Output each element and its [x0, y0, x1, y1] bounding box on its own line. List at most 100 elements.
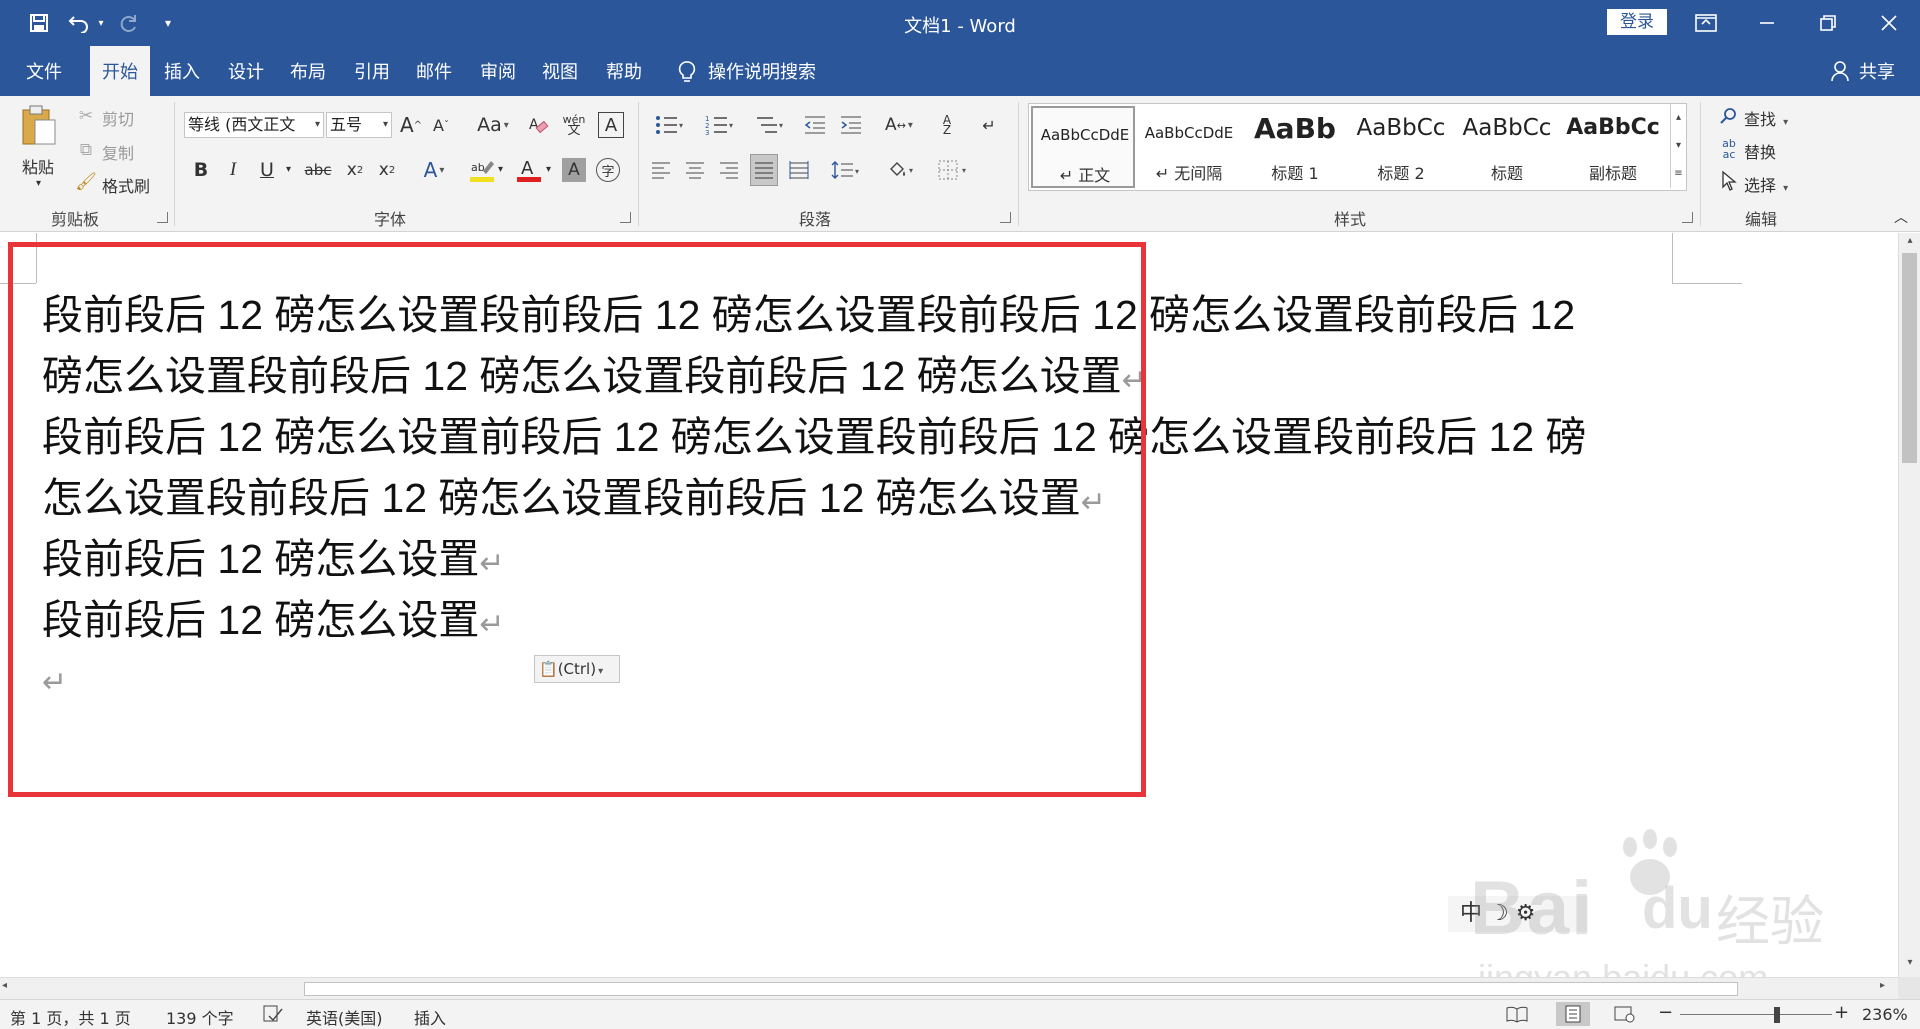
cut-button[interactable]: 剪切: [102, 106, 134, 130]
decrease-indent-icon[interactable]: [802, 112, 828, 138]
format-painter-button[interactable]: 格式刷: [102, 173, 150, 197]
italic-button[interactable]: I: [220, 156, 246, 184]
login-button[interactable]: 登录: [1607, 9, 1667, 35]
replace-button[interactable]: 替换: [1744, 139, 1776, 163]
bold-button[interactable]: B: [188, 156, 214, 184]
font-size-combo[interactable]: 五号 ▾: [326, 112, 392, 138]
numbering-icon[interactable]: 1 2 3 ▾: [698, 112, 742, 138]
scroll-right-icon[interactable]: ▸: [1880, 980, 1896, 996]
multilevel-list-icon[interactable]: ▾: [748, 112, 792, 138]
font-color-icon[interactable]: A: [514, 156, 544, 184]
horizontal-scroll-thumb[interactable]: [304, 982, 1738, 996]
style-item[interactable]: AaBbCc 标题 2: [1349, 106, 1453, 188]
style-item[interactable]: AaBbCcDdE ↵ 无间隔: [1137, 106, 1241, 188]
shrink-font-icon[interactable]: Aˇ: [428, 112, 454, 138]
insert-mode[interactable]: 插入: [414, 1005, 446, 1029]
style-item[interactable]: AaBbCcDdE ↵ 正文: [1031, 106, 1135, 188]
align-left-icon[interactable]: [648, 156, 674, 184]
language-indicator[interactable]: 英语(美国): [306, 1005, 383, 1029]
tab-layout[interactable]: 布局: [278, 46, 338, 96]
select-button[interactable]: 选择 ▾: [1744, 172, 1788, 196]
print-layout-icon[interactable]: [1556, 1002, 1590, 1026]
restore-icon[interactable]: [1798, 0, 1858, 46]
gallery-more-icon[interactable]: ≡: [1670, 160, 1686, 188]
style-item[interactable]: AaBb 标题 1: [1243, 106, 1347, 188]
gallery-scroll-down-icon[interactable]: ▾: [1670, 132, 1686, 160]
paste-options-button[interactable]: 📋(Ctrl) ▾: [534, 655, 620, 683]
highlight-dropdown-icon[interactable]: ▾: [498, 164, 503, 175]
show-formatting-marks-icon[interactable]: ↵: [976, 112, 1002, 138]
zoom-slider-thumb[interactable]: [1774, 1007, 1780, 1023]
vertical-scrollbar[interactable]: ▴ ▾: [1898, 233, 1920, 977]
align-right-icon[interactable]: [716, 156, 742, 184]
page-count[interactable]: 第 1 页，共 1 页: [10, 1005, 131, 1029]
bullets-icon[interactable]: ▾: [648, 112, 692, 138]
close-icon[interactable]: [1859, 0, 1919, 46]
zoom-out-icon[interactable]: −: [1658, 1002, 1673, 1023]
distributed-icon[interactable]: [786, 156, 812, 184]
tell-me-search[interactable]: 操作说明搜索: [708, 46, 828, 96]
tab-review[interactable]: 审阅: [468, 46, 528, 96]
vertical-scroll-thumb[interactable]: [1902, 253, 1917, 463]
tab-help[interactable]: 帮助: [594, 46, 654, 96]
superscript-icon[interactable]: x2: [374, 156, 400, 184]
scroll-up-icon[interactable]: ▴: [1903, 235, 1917, 251]
subscript-icon[interactable]: x2: [342, 156, 368, 184]
minimize-icon[interactable]: [1737, 0, 1797, 46]
grow-font-icon[interactable]: A ^: [398, 112, 424, 138]
collapse-ribbon-icon[interactable]: ︿: [1890, 208, 1912, 226]
sort-icon[interactable]: AZ: [934, 112, 960, 138]
tab-references[interactable]: 引用: [342, 46, 402, 96]
style-item[interactable]: AaBbCc 标题: [1455, 106, 1559, 188]
clear-formatting-icon[interactable]: A: [526, 112, 552, 138]
character-shading-icon[interactable]: A: [562, 158, 586, 182]
underline-dropdown-icon[interactable]: ▾: [286, 164, 291, 175]
ribbon-display-icon[interactable]: [1676, 0, 1736, 46]
share-button[interactable]: 共享: [1852, 46, 1902, 96]
tab-insert[interactable]: 插入: [152, 46, 212, 96]
find-button[interactable]: 查找 ▾: [1744, 106, 1788, 130]
clipboard-launcher-icon[interactable]: [157, 212, 168, 223]
paste-label[interactable]: 粘贴: [22, 154, 54, 178]
increase-indent-icon[interactable]: [838, 112, 864, 138]
strikethrough-button[interactable]: abc: [302, 156, 334, 184]
justify-icon[interactable]: [750, 154, 778, 186]
phonetic-guide-button[interactable]: wén 文: [560, 110, 588, 140]
underline-button[interactable]: U: [254, 156, 280, 184]
shading-icon[interactable]: ▾: [882, 156, 922, 184]
font-name-combo[interactable]: 等线 (西文正文 ▾: [184, 112, 324, 138]
line-spacing-icon[interactable]: ▾: [826, 156, 866, 184]
borders-icon[interactable]: ▾: [932, 156, 976, 184]
web-layout-icon[interactable]: [1614, 1005, 1636, 1027]
paste-dropdown-icon[interactable]: ▾: [36, 178, 41, 189]
character-border-icon[interactable]: A: [598, 112, 624, 138]
horizontal-scrollbar[interactable]: ◂ ▸: [0, 977, 1898, 999]
zoom-in-icon[interactable]: +: [1834, 1002, 1849, 1023]
zoom-level[interactable]: 236%: [1862, 1005, 1908, 1024]
styles-launcher-icon[interactable]: [1682, 212, 1693, 223]
paste-icon[interactable]: [16, 104, 62, 148]
change-case-button[interactable]: Aa ▾: [472, 112, 514, 138]
align-center-icon[interactable]: [682, 156, 708, 184]
scroll-down-icon[interactable]: ▾: [1903, 957, 1917, 973]
paragraph-launcher-icon[interactable]: [1000, 212, 1011, 223]
asian-layout-icon[interactable]: A ↔ ▾: [878, 112, 920, 138]
tab-home[interactable]: 开始: [90, 46, 150, 96]
zoom-slider[interactable]: [1680, 1014, 1832, 1015]
tab-file[interactable]: 文件: [0, 46, 88, 96]
proofing-icon[interactable]: [262, 1005, 284, 1027]
text-effects-icon[interactable]: A ▾: [414, 156, 454, 184]
tab-design[interactable]: 设计: [216, 46, 276, 96]
word-count[interactable]: 139 个字: [166, 1005, 234, 1029]
gallery-scroll-up-icon[interactable]: ▴: [1670, 104, 1686, 132]
read-mode-icon[interactable]: [1506, 1005, 1528, 1027]
tab-mailings[interactable]: 邮件: [404, 46, 464, 96]
scroll-left-icon[interactable]: ◂: [2, 980, 18, 996]
style-item[interactable]: AaBbCc 副标题: [1561, 106, 1665, 188]
font-color-dropdown-icon[interactable]: ▾: [546, 164, 551, 175]
enclose-characters-icon[interactable]: 字: [596, 158, 620, 182]
tab-view[interactable]: 视图: [530, 46, 590, 96]
highlight-color-icon[interactable]: ab: [462, 156, 502, 184]
copy-button[interactable]: 复制: [102, 140, 134, 164]
font-launcher-icon[interactable]: [620, 212, 631, 223]
